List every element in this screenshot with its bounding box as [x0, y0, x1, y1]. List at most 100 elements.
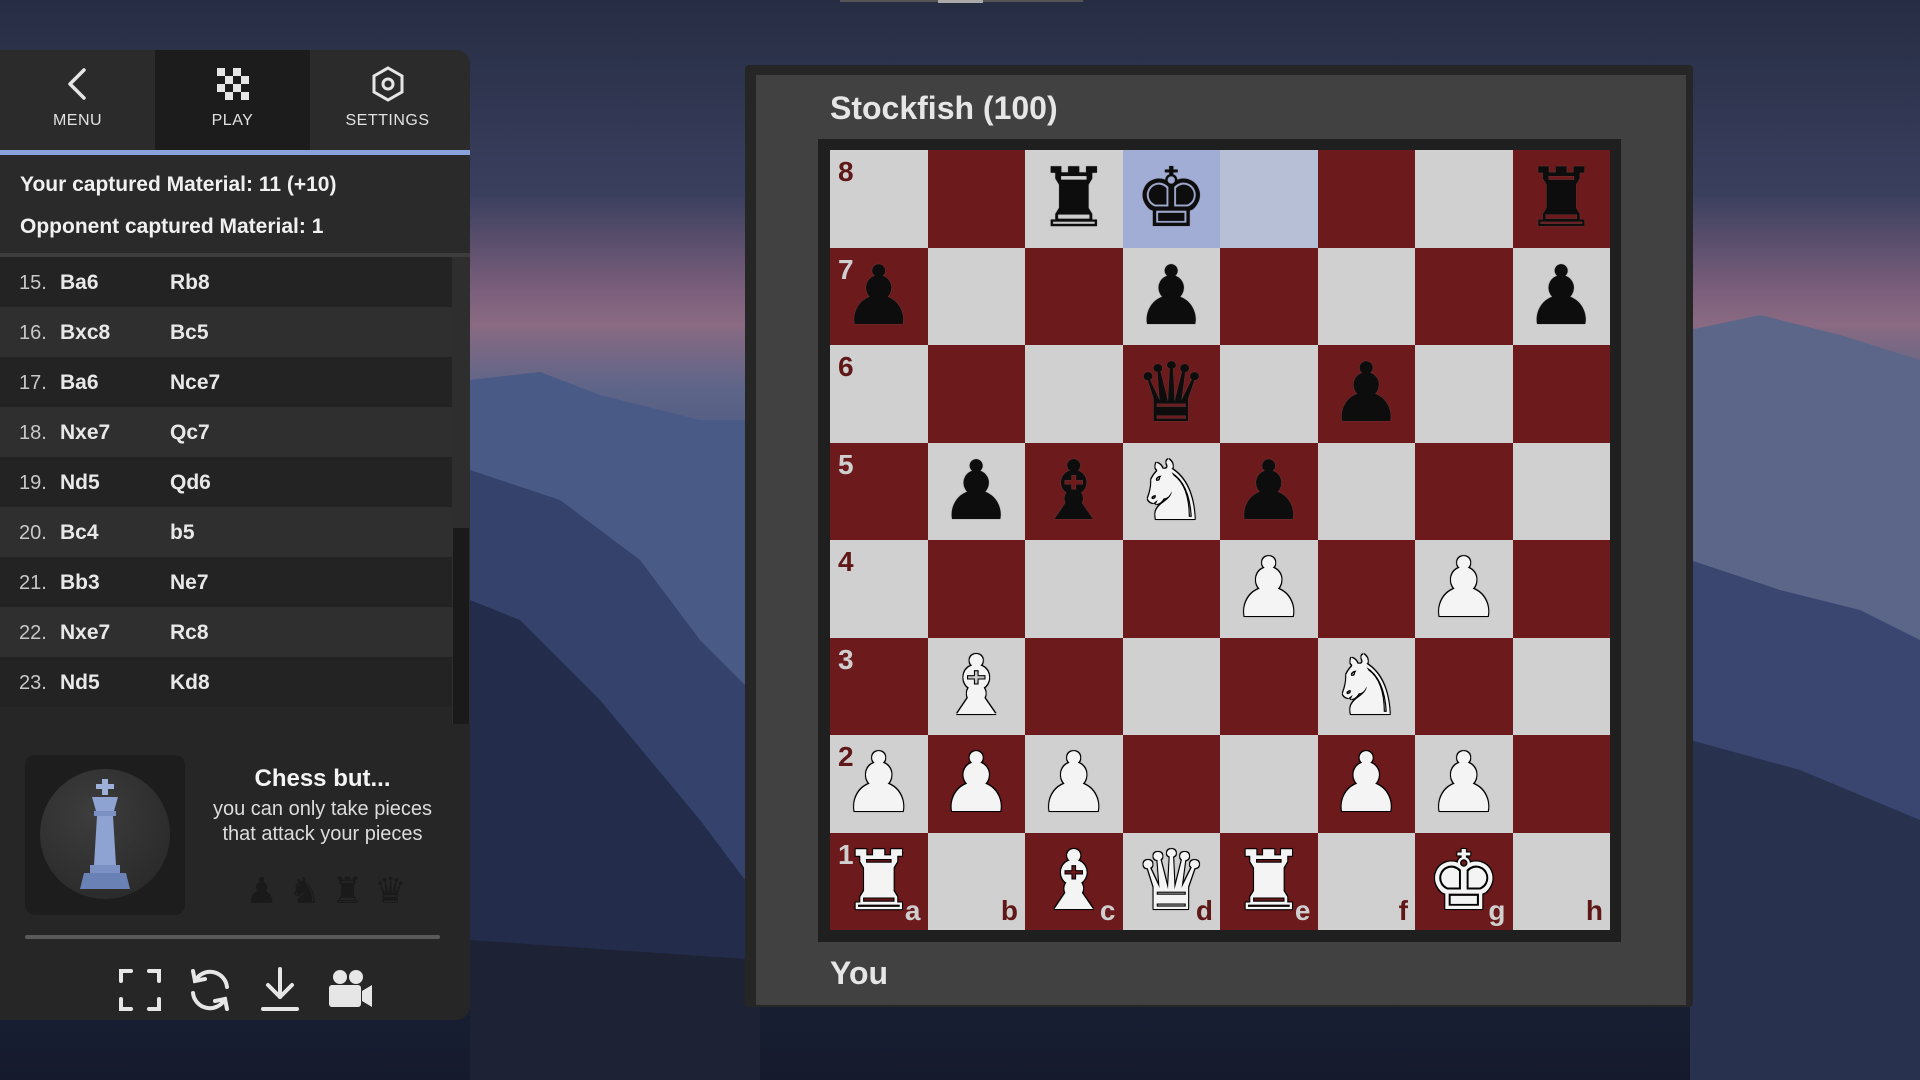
white-king-icon[interactable]: ♚: [1415, 833, 1513, 931]
square-f6[interactable]: ♟: [1317, 345, 1416, 443]
square-b2[interactable]: ♟: [927, 735, 1026, 833]
white-bishop-icon[interactable]: ♝: [1025, 833, 1123, 931]
black-move[interactable]: Nce7: [170, 371, 220, 395]
white-move[interactable]: Bxc8: [60, 321, 110, 345]
square-c2[interactable]: ♟: [1025, 735, 1123, 833]
square-b3[interactable]: ♝: [927, 637, 1026, 736]
square-c5[interactable]: ♝: [1025, 442, 1123, 541]
black-pawn-icon[interactable]: ♟: [1220, 443, 1318, 541]
square-f8[interactable]: [1317, 150, 1415, 248]
square-c6[interactable]: [1025, 345, 1123, 443]
white-bishop-icon[interactable]: ♝: [928, 638, 1026, 736]
black-move[interactable]: Bc5: [170, 321, 209, 345]
square-b5[interactable]: ♟: [927, 442, 1026, 541]
white-move[interactable]: Ba6: [60, 271, 99, 295]
white-move[interactable]: Ba6: [60, 371, 99, 395]
square-f1[interactable]: f: [1317, 832, 1415, 930]
square-c3[interactable]: [1025, 637, 1123, 735]
white-move[interactable]: Nxe7: [60, 421, 110, 445]
square-h3[interactable]: [1512, 637, 1610, 735]
white-move[interactable]: Nd5: [60, 471, 100, 495]
black-pawn-icon[interactable]: ♟: [1513, 248, 1611, 346]
menu-tab[interactable]: MENU: [0, 50, 155, 150]
square-h4[interactable]: [1512, 540, 1610, 638]
square-g8[interactable]: [1415, 150, 1513, 248]
square-e7[interactable]: [1220, 247, 1318, 345]
black-pawn-icon[interactable]: ♟: [1318, 345, 1416, 443]
black-pawn-icon[interactable]: ♟: [1123, 248, 1221, 346]
move-list[interactable]: 15. Ba6 Rb8 16. Bxc8 Bc5 17. Ba6 Nce7 18. Nxe7 Qc7 1…: [0, 257, 452, 724]
square-a7[interactable]: 7 ♟: [830, 247, 928, 345]
black-queen-icon[interactable]: ♛: [1123, 345, 1221, 443]
square-h1[interactable]: h: [1512, 832, 1610, 930]
square-b4[interactable]: [927, 540, 1025, 638]
square-e6[interactable]: [1220, 345, 1318, 443]
white-move[interactable]: Nxe7: [60, 621, 110, 645]
white-move[interactable]: Bc4: [60, 521, 99, 545]
square-g2[interactable]: ♟: [1415, 735, 1513, 833]
square-a5[interactable]: 5: [830, 442, 928, 540]
white-pawn-icon[interactable]: ♟: [1318, 735, 1416, 833]
square-f5[interactable]: [1317, 442, 1415, 540]
white-pawn-icon[interactable]: ♟: [1220, 540, 1318, 638]
black-bishop-icon[interactable]: ♝: [1025, 443, 1123, 541]
square-e1[interactable]: e ♜: [1220, 832, 1318, 931]
white-pawn-icon[interactable]: ♟: [1415, 540, 1513, 638]
square-e5[interactable]: ♟: [1220, 442, 1318, 541]
square-g3[interactable]: [1415, 637, 1513, 735]
white-move[interactable]: Nd5: [60, 671, 100, 695]
square-c1[interactable]: c ♝: [1025, 832, 1123, 931]
white-rook-icon[interactable]: ♜: [830, 833, 928, 931]
white-pawn-icon[interactable]: ♟: [1025, 735, 1123, 833]
square-f3[interactable]: ♞: [1317, 637, 1415, 735]
square-b8[interactable]: [927, 150, 1025, 248]
white-pawn-icon[interactable]: ♟: [1415, 735, 1513, 833]
square-b6[interactable]: [927, 345, 1025, 443]
black-rook-icon[interactable]: ♜: [1513, 150, 1611, 248]
scrollbar-thumb[interactable]: [453, 528, 469, 724]
white-queen-icon[interactable]: ♛: [1123, 833, 1221, 931]
square-f7[interactable]: [1317, 247, 1415, 345]
white-rook-icon[interactable]: ♜: [1220, 833, 1318, 931]
camera-icon[interactable]: [325, 965, 375, 1015]
square-h7[interactable]: ♟: [1512, 247, 1611, 346]
square-b1[interactable]: b: [927, 832, 1025, 930]
square-c8[interactable]: ♜: [1025, 150, 1123, 248]
flip-board-icon[interactable]: [185, 965, 235, 1015]
square-h6[interactable]: [1512, 345, 1610, 443]
square-b7[interactable]: [927, 247, 1025, 345]
white-move[interactable]: Bb3: [60, 571, 100, 595]
black-pawn-icon[interactable]: ♟: [928, 443, 1026, 541]
square-d3[interactable]: [1122, 637, 1220, 735]
white-pawn-icon[interactable]: ♟: [928, 735, 1026, 833]
square-c7[interactable]: [1025, 247, 1123, 345]
square-d1[interactable]: d ♛: [1122, 832, 1221, 931]
square-e2[interactable]: [1220, 735, 1318, 833]
black-move[interactable]: Qd6: [170, 471, 211, 495]
square-g4[interactable]: ♟: [1415, 540, 1513, 638]
square-e3[interactable]: [1220, 637, 1318, 735]
black-move[interactable]: Ne7: [170, 571, 209, 595]
square-c4[interactable]: [1025, 540, 1123, 638]
black-move[interactable]: b5: [170, 521, 195, 545]
square-g6[interactable]: [1415, 345, 1513, 443]
square-g1[interactable]: g ♚: [1415, 832, 1513, 931]
square-a1[interactable]: 1 a ♜: [830, 832, 928, 931]
square-g7[interactable]: [1415, 247, 1513, 345]
square-f2[interactable]: ♟: [1317, 735, 1416, 833]
black-move[interactable]: Kd8: [170, 671, 210, 695]
square-d6[interactable]: ♛: [1122, 345, 1221, 443]
square-h8[interactable]: ♜: [1512, 150, 1611, 248]
black-move[interactable]: Rc8: [170, 621, 209, 645]
settings-tab[interactable]: SETTINGS: [310, 50, 465, 150]
chess-board[interactable]: 8 ♜ ♚ ♜ 7 ♟ ♟ ♟ 6 ♛ ♟ 5 ♟ ♝ ♞ ♟ 4 ♟ ♟ 3 ♝ ♞ 2 ♟ ♟ ♟ ♟ ♟ 1 a ♜ b c ♝ d ♛ e ♜ f g…: [830, 150, 1610, 930]
square-f4[interactable]: [1317, 540, 1415, 638]
black-move[interactable]: Rb8: [170, 271, 210, 295]
square-e4[interactable]: ♟: [1220, 540, 1318, 638]
black-rook-icon[interactable]: ♜: [1025, 150, 1123, 248]
square-d2[interactable]: [1122, 735, 1220, 833]
white-knight-icon[interactable]: ♞: [1123, 443, 1221, 541]
download-icon[interactable]: [255, 965, 305, 1015]
square-d8[interactable]: ♚: [1122, 150, 1220, 248]
fullscreen-icon[interactable]: [115, 965, 165, 1015]
